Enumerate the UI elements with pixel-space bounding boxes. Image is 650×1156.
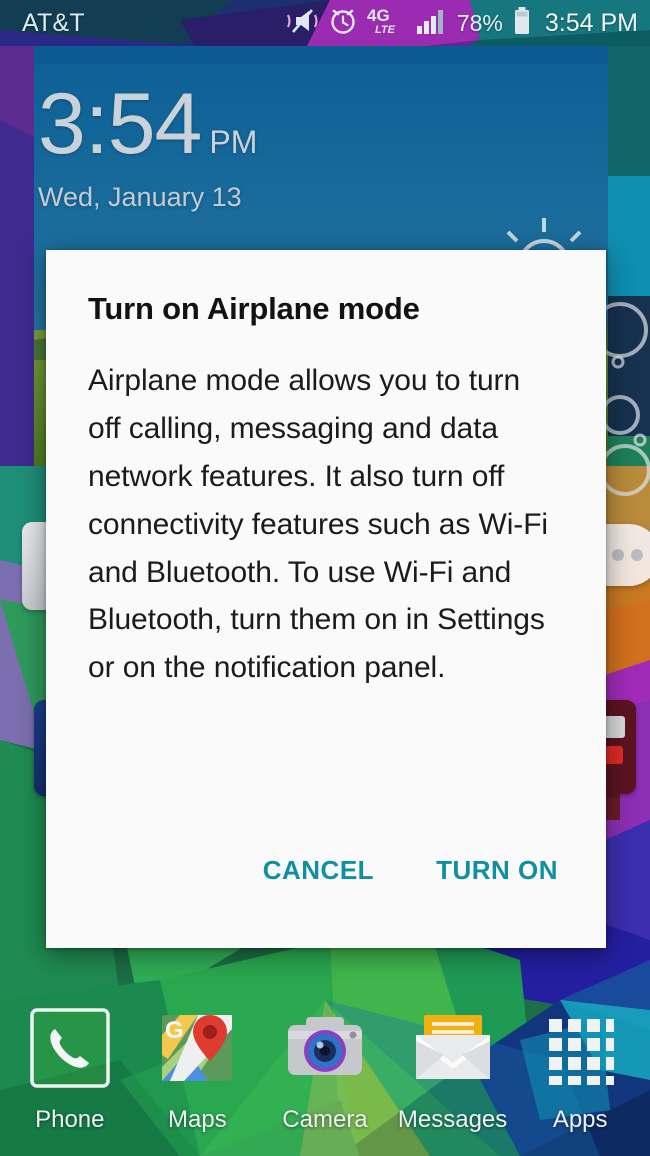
clock-time: 3:54 PM bbox=[38, 76, 258, 172]
phone-icon bbox=[24, 1002, 116, 1094]
mute-vibrate-icon bbox=[285, 7, 319, 40]
dock-label-phone: Phone bbox=[35, 1106, 105, 1133]
clock-date: Wed, January 13 bbox=[38, 182, 242, 213]
camera-icon bbox=[279, 1002, 371, 1094]
clock-ampm: PM bbox=[209, 124, 258, 160]
svg-text:G: G bbox=[165, 1017, 184, 1044]
signal-bars-icon bbox=[416, 7, 448, 40]
carrier-label: AT&T bbox=[22, 8, 85, 37]
clock-time-value: 3:54 bbox=[38, 76, 202, 172]
dialog-actions: CANCEL TURN ON bbox=[88, 849, 564, 948]
dialog-title: Turn on Airplane mode bbox=[88, 291, 420, 326]
dock-label-maps: Maps bbox=[168, 1106, 227, 1133]
status-clock-label: 3:54 PM bbox=[544, 8, 638, 37]
dock-label-messages: Messages bbox=[397, 1106, 508, 1133]
cancel-button[interactable]: CANCEL bbox=[261, 849, 376, 892]
svg-text:4G: 4G bbox=[367, 6, 390, 25]
status-icons-group: 4G LTE 78% 3:54 PM bbox=[285, 6, 638, 41]
dock-item-maps[interactable]: G Maps bbox=[134, 980, 262, 1156]
dock-item-phone[interactable]: Phone bbox=[6, 980, 134, 1156]
4g-lte-icon: 4G LTE bbox=[367, 6, 407, 40]
dock-item-camera[interactable]: Camera bbox=[261, 980, 389, 1156]
battery-icon bbox=[512, 6, 532, 41]
alarm-clock-icon bbox=[328, 6, 358, 41]
dialog-message: Airplane mode allows you to turn off cal… bbox=[88, 364, 548, 685]
turn-on-button[interactable]: TURN ON bbox=[434, 849, 560, 892]
airplane-mode-dialog: Turn on Airplane mode Airplane mode allo… bbox=[46, 250, 606, 948]
svg-text:LTE: LTE bbox=[375, 24, 396, 36]
lockscreen-clock-widget[interactable]: 3:54 PM Wed, January 13 bbox=[38, 76, 258, 213]
dock-label-camera: Camera bbox=[282, 1106, 368, 1133]
status-bar[interactable]: AT&T 4G LTE 78% 3:54 PM bbox=[0, 0, 650, 46]
battery-percent-label: 78% bbox=[456, 9, 503, 36]
apps-grid-icon bbox=[534, 1002, 626, 1094]
dock: Phone G Maps Camera Messages Apps bbox=[0, 980, 650, 1156]
messages-icon bbox=[407, 1002, 499, 1094]
dock-item-apps[interactable]: Apps bbox=[516, 980, 644, 1156]
dock-label-apps: Apps bbox=[552, 1106, 608, 1133]
maps-icon: G bbox=[151, 1002, 243, 1094]
dock-item-messages[interactable]: Messages bbox=[389, 980, 517, 1156]
